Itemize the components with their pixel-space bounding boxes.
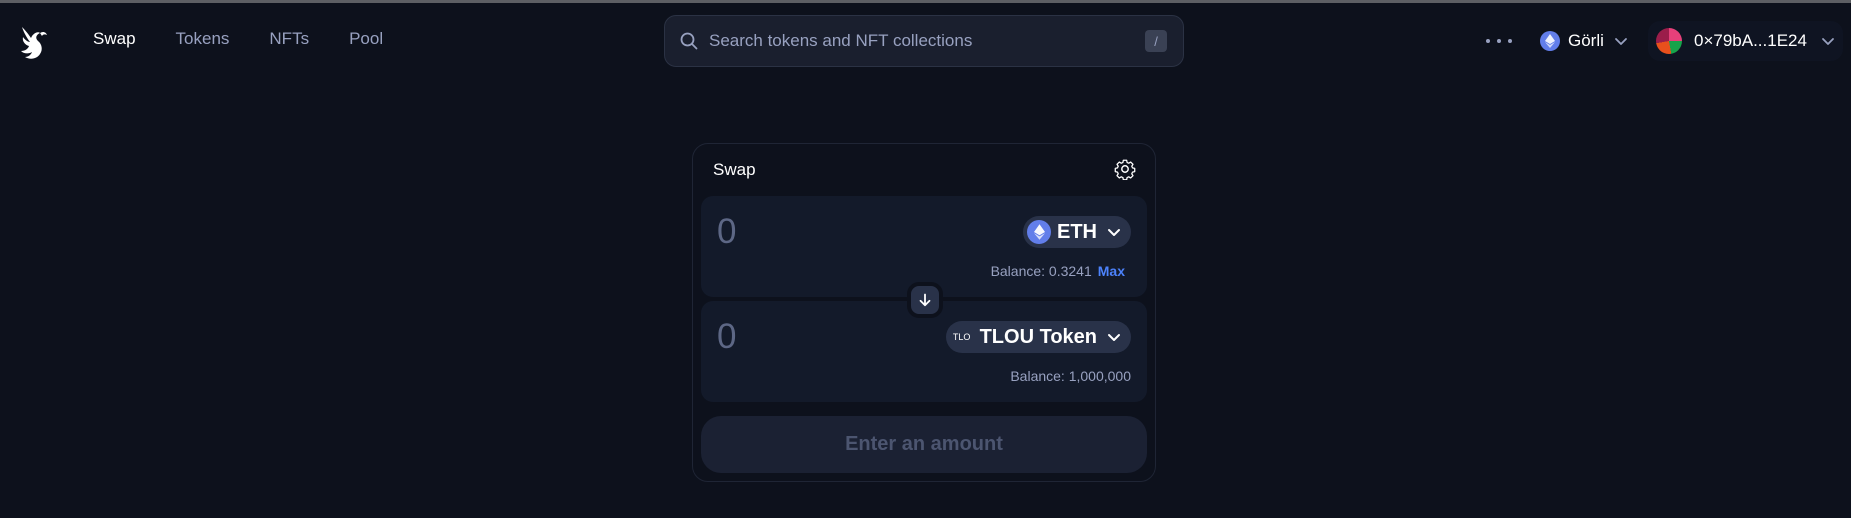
network-label: Görli — [1568, 31, 1604, 50]
account-address: 0×79bA...1E24 — [1694, 31, 1807, 50]
input-token-selector[interactable]: ETH — [1023, 216, 1131, 248]
avatar — [1656, 28, 1682, 54]
network-selector[interactable]: Görli — [1532, 21, 1636, 61]
nav-link-pool[interactable]: Pool — [349, 29, 383, 49]
output-token-selector[interactable]: TLO TLOU Token — [945, 321, 1131, 353]
chevron-down-icon — [1108, 229, 1120, 236]
more-dot — [1508, 39, 1512, 43]
output-token-symbol: TLOU Token — [979, 325, 1097, 348]
gear-icon[interactable] — [1114, 158, 1136, 180]
top-navigation-bar: Swap Tokens NFTs Pool / Görli 0×79bA...1 — [0, 3, 1851, 75]
input-token-symbol: ETH — [1057, 220, 1097, 243]
output-amount-field[interactable] — [717, 317, 917, 357]
search-icon — [680, 32, 698, 50]
more-options-button[interactable] — [1486, 29, 1512, 53]
search-input[interactable] — [709, 16, 1109, 66]
input-balance: Balance: 0.3241 — [990, 263, 1092, 279]
more-dot — [1497, 39, 1501, 43]
uniswap-logo-icon[interactable] — [16, 23, 50, 61]
search-bar[interactable]: / — [664, 15, 1184, 67]
chevron-down-icon — [1822, 38, 1834, 45]
ethereum-icon — [1540, 31, 1560, 51]
nav-link-nfts[interactable]: NFTs — [269, 29, 309, 49]
max-button[interactable]: Max — [1098, 263, 1125, 279]
tlou-token-logo: TLO — [952, 332, 971, 342]
output-balance-row: Balance: 1,000,000 — [1010, 368, 1131, 384]
output-balance: Balance: 1,000,000 — [1010, 368, 1131, 384]
swap-card-title: Swap — [713, 160, 756, 179]
account-button[interactable]: 0×79bA...1E24 — [1648, 21, 1843, 61]
ethereum-icon — [1027, 220, 1051, 244]
swap-card: Swap ETH Balance: 0.3241 Max — [692, 143, 1156, 482]
input-amount-field[interactable] — [717, 212, 917, 252]
more-dot — [1486, 39, 1490, 43]
nav-links: Swap Tokens NFTs Pool — [93, 3, 423, 75]
input-balance-row: Balance: 0.3241 Max — [991, 263, 1125, 279]
nav-link-swap[interactable]: Swap — [93, 29, 136, 49]
arrow-down-icon — [919, 293, 931, 307]
switch-tokens-button[interactable] — [907, 282, 943, 318]
chevron-down-icon — [1108, 334, 1120, 341]
nav-link-tokens[interactable]: Tokens — [176, 29, 230, 49]
chevron-down-icon — [1615, 38, 1627, 45]
enter-amount-button[interactable]: Enter an amount — [701, 416, 1147, 473]
search-shortcut-key: / — [1145, 30, 1167, 52]
